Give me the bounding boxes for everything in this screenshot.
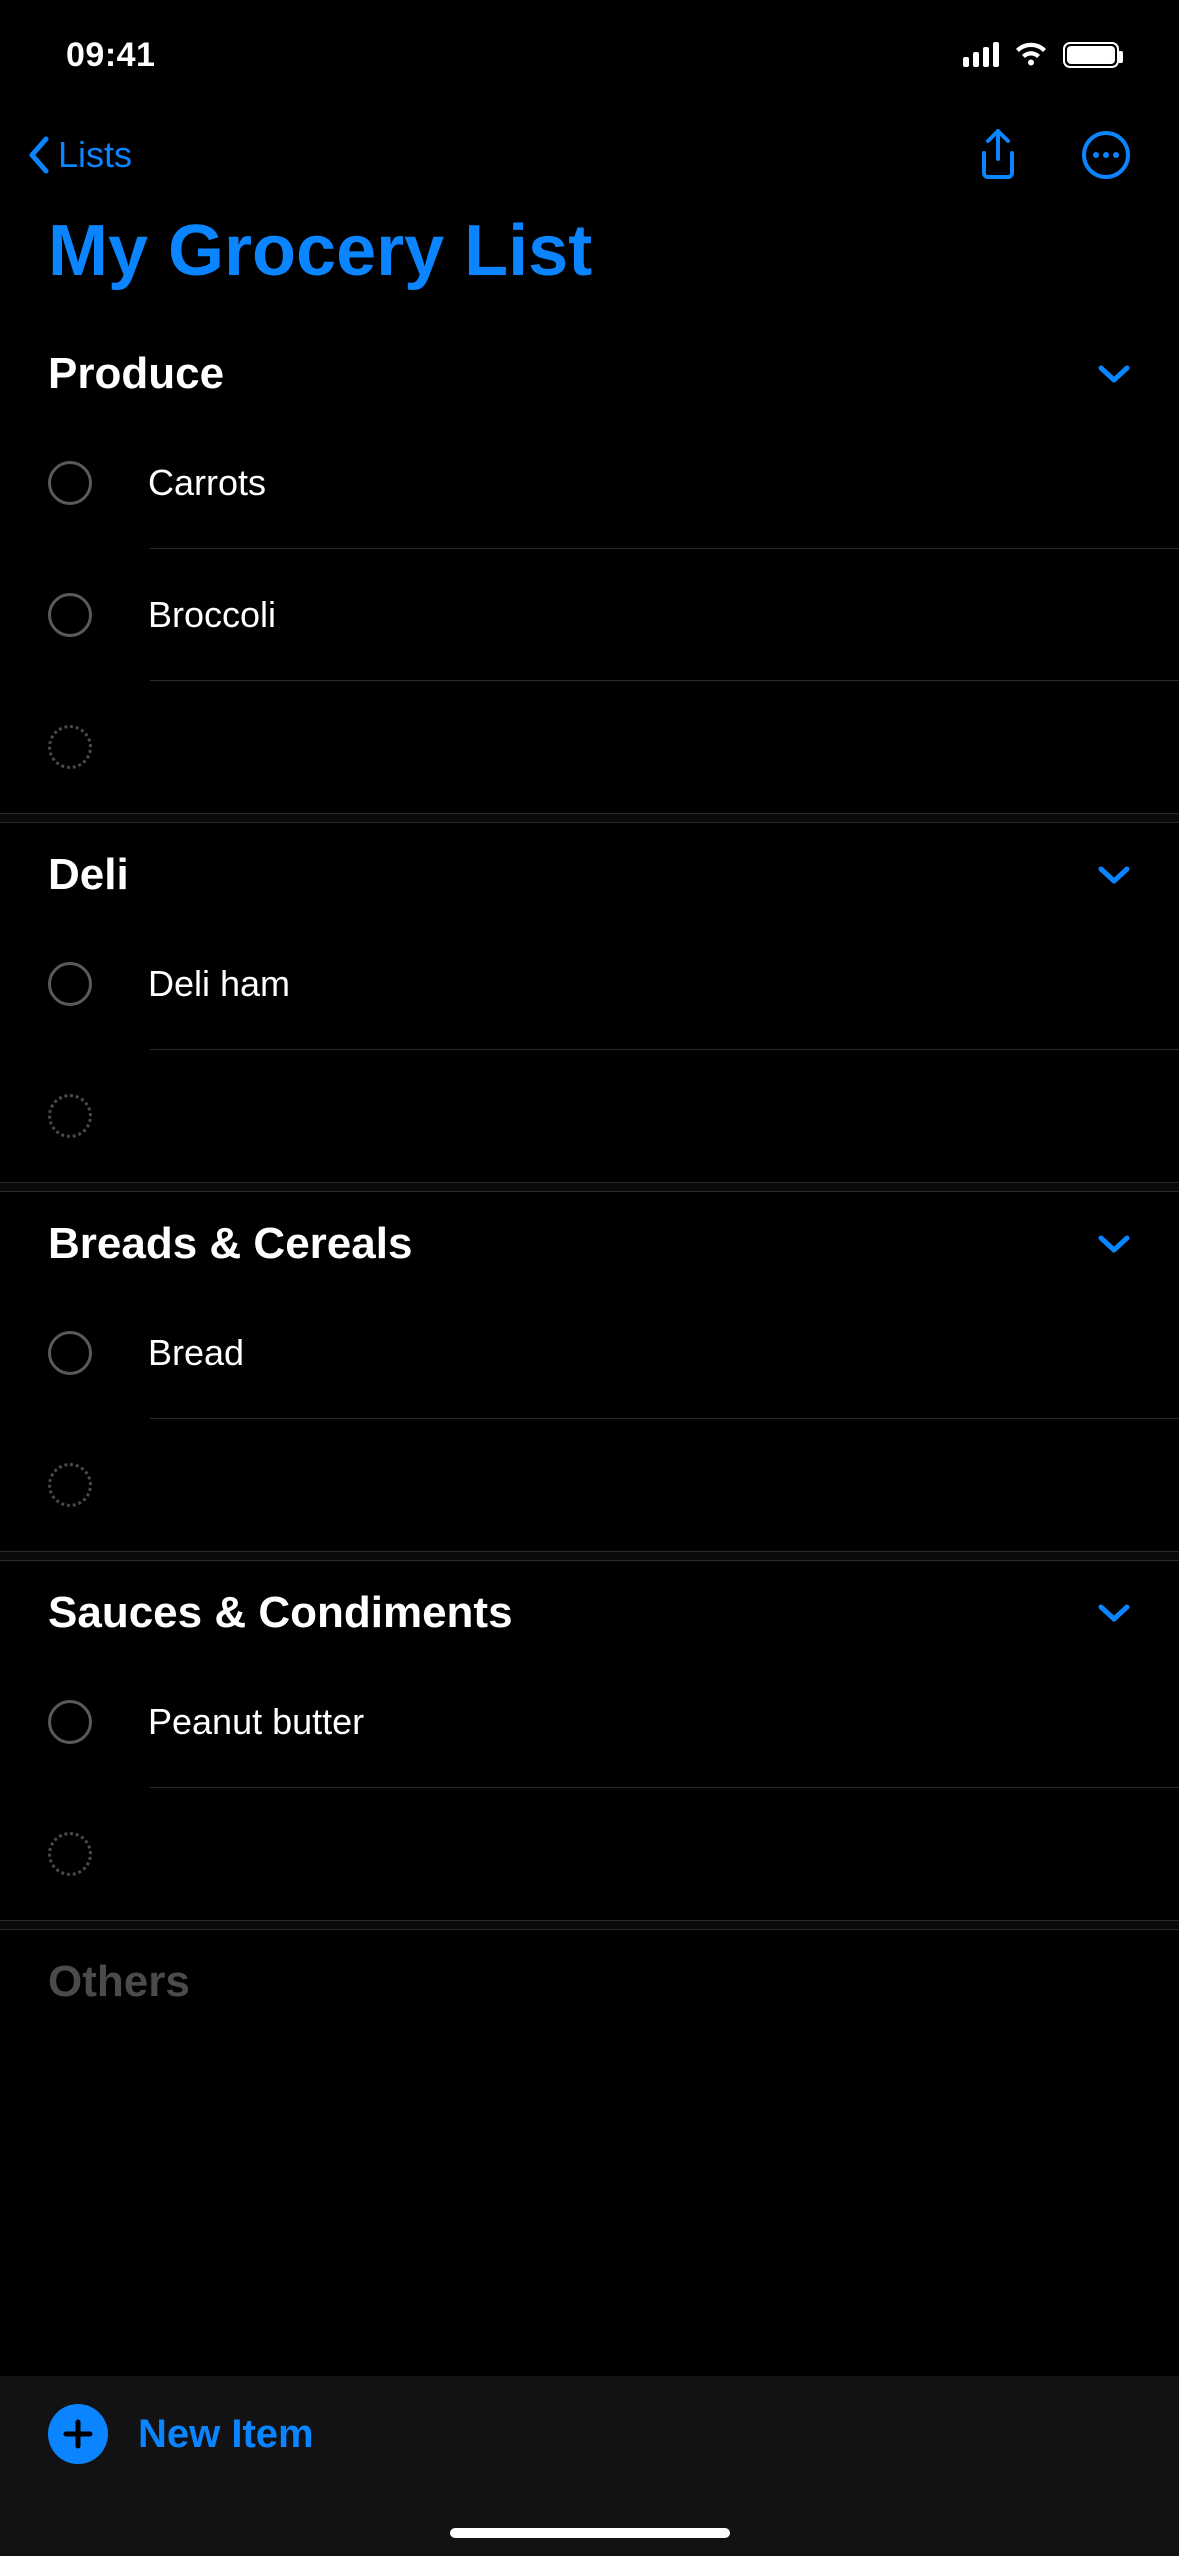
list-item[interactable]: Peanut butter: [0, 1656, 1179, 1788]
checkbox-circle-icon[interactable]: [48, 962, 92, 1006]
status-time: 09:41: [66, 36, 155, 75]
add-item-row[interactable]: [0, 1419, 1179, 1551]
list-item[interactable]: Bread: [0, 1287, 1179, 1419]
section-title: Deli: [48, 850, 129, 900]
section-sauces: Sauces & Condiments Peanut butter: [0, 1561, 1179, 1920]
section-title: Sauces & Condiments: [48, 1588, 513, 1638]
list-item[interactable]: Broccoli: [0, 549, 1179, 681]
item-label: Broccoli: [148, 594, 276, 636]
checkbox-circle-icon[interactable]: [48, 461, 92, 505]
add-item-row[interactable]: [0, 681, 1179, 813]
add-item-row[interactable]: [0, 1050, 1179, 1182]
bottom-toolbar: New Item: [0, 2376, 1179, 2556]
add-item-row[interactable]: [0, 1788, 1179, 1920]
wifi-icon: [1013, 41, 1049, 69]
chevron-down-icon: [1097, 863, 1131, 887]
section-others: Others: [0, 1930, 1179, 2025]
chevron-down-icon: [1097, 1232, 1131, 1256]
section-deli: Deli Deli ham: [0, 823, 1179, 1182]
section-breads: Breads & Cereals Bread: [0, 1192, 1179, 1551]
list-item[interactable]: Carrots: [0, 417, 1179, 549]
checkbox-circle-icon[interactable]: [48, 1700, 92, 1744]
add-circle-icon[interactable]: [48, 725, 92, 769]
status-indicators: [963, 41, 1119, 69]
list-item[interactable]: Deli ham: [0, 918, 1179, 1050]
back-label: Lists: [58, 134, 132, 176]
item-label: Carrots: [148, 462, 266, 504]
section-header[interactable]: Sauces & Condiments: [0, 1562, 1179, 1656]
item-label: Deli ham: [148, 963, 290, 1005]
add-circle-icon[interactable]: [48, 1463, 92, 1507]
battery-icon: [1063, 42, 1119, 68]
section-header[interactable]: Produce: [0, 323, 1179, 417]
checkbox-circle-icon[interactable]: [48, 1331, 92, 1375]
chevron-down-icon: [1097, 362, 1131, 386]
section-title: Breads & Cereals: [48, 1219, 412, 1269]
item-label: Bread: [148, 1332, 244, 1374]
add-circle-icon[interactable]: [48, 1832, 92, 1876]
page-title: My Grocery List: [0, 200, 1179, 322]
chevron-down-icon: [1097, 1601, 1131, 1625]
add-circle-icon[interactable]: [48, 1094, 92, 1138]
section-produce: Produce Carrots Broccoli: [0, 322, 1179, 813]
nav-bar: Lists: [0, 110, 1179, 200]
share-button[interactable]: [975, 127, 1021, 183]
cellular-icon: [963, 43, 999, 67]
chevron-left-icon: [24, 135, 54, 175]
back-button[interactable]: Lists: [24, 134, 132, 176]
section-header[interactable]: Deli: [0, 824, 1179, 918]
section-header[interactable]: Others: [0, 1931, 1179, 2025]
item-label: Peanut butter: [148, 1701, 364, 1743]
more-button[interactable]: [1081, 130, 1131, 180]
home-indicator[interactable]: [450, 2528, 730, 2538]
section-title: Produce: [48, 349, 224, 399]
status-bar: 09:41: [0, 0, 1179, 110]
grocery-list: Produce Carrots Broccoli Deli: [0, 322, 1179, 2025]
plus-icon: [48, 2404, 108, 2464]
checkbox-circle-icon[interactable]: [48, 593, 92, 637]
new-item-button[interactable]: New Item: [48, 2404, 314, 2464]
section-title: Others: [48, 1957, 190, 2007]
new-item-label: New Item: [138, 2412, 314, 2457]
section-header[interactable]: Breads & Cereals: [0, 1193, 1179, 1287]
